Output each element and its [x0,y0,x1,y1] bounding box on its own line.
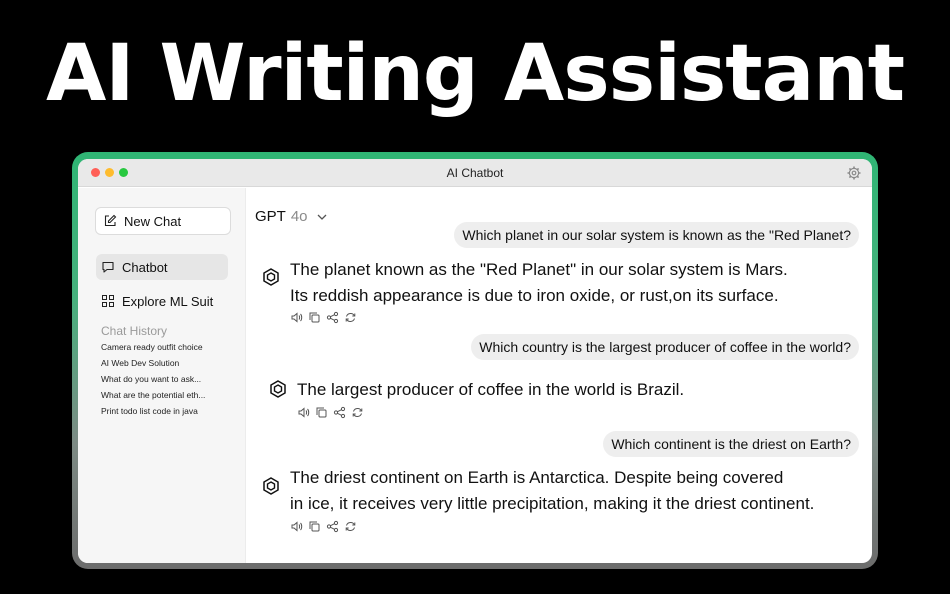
sidebar-item-label: Chatbot [122,259,168,275]
user-message: Which planet in our solar system is know… [454,222,859,248]
app-frame: AI Chatbot New Chat Chatbot Explore ML S… [72,152,878,569]
message-actions [290,520,357,533]
model-version: 4o [290,208,308,225]
sidebar-item-explore-ml-suit[interactable]: Explore ML Suit [96,288,228,314]
assistant-message-line: The planet known as the "Red Planet" in … [290,260,788,279]
assistant-message-line: The driest continent on Earth is Antarct… [290,468,784,487]
compose-icon [103,214,117,228]
speaker-icon[interactable] [290,520,303,533]
history-item[interactable]: AI Web Dev Solution [101,358,221,368]
chat-bubble-icon [101,260,115,274]
history-item[interactable]: What are the potential eth... [101,390,221,400]
new-chat-label: New Chat [124,213,182,229]
assistant-logo-icon [261,476,281,496]
copy-icon[interactable] [315,406,328,419]
assistant-logo-icon [268,379,288,399]
new-chat-button[interactable]: New Chat [95,207,231,235]
titlebar: AI Chatbot [78,159,872,187]
user-message: Which continent is the driest on Earth? [603,431,859,457]
regenerate-icon[interactable] [344,311,357,324]
chevron-down-icon [316,211,328,223]
assistant-message-line: Its reddish appearance is due to iron ox… [290,286,779,305]
assistant-message-line: in ice, it receives very little precipit… [290,494,815,513]
message-actions [297,406,364,419]
user-message: Which country is the largest producer of… [471,334,859,360]
speaker-icon[interactable] [290,311,303,324]
headline: AI Writing Assistant [45,29,905,119]
model-name: GPT [255,208,286,225]
copy-icon[interactable] [308,520,321,533]
sidebar-item-chatbot[interactable]: Chatbot [96,254,228,280]
regenerate-icon[interactable] [351,406,364,419]
chat-area: GPT 4o Which planet in our solar system … [246,188,872,563]
share-icon[interactable] [326,520,339,533]
settings-gear-icon[interactable] [846,165,862,181]
assistant-message-line: The largest producer of coffee in the wo… [297,380,685,399]
app-window: AI Chatbot New Chat Chatbot Explore ML S… [78,159,872,563]
message-actions [290,311,357,324]
sidebar-item-label: Explore ML Suit [122,293,214,309]
assistant-logo-icon [261,267,281,287]
history-item[interactable]: Camera ready outfit choice [101,342,221,352]
chat-history-title: Chat History [101,324,168,338]
speaker-icon[interactable] [297,406,310,419]
regenerate-icon[interactable] [344,520,357,533]
sidebar: New Chat Chatbot Explore ML Suit Chat Hi… [78,188,246,563]
copy-icon[interactable] [308,311,321,324]
window-title: AI Chatbot [446,166,504,180]
history-item[interactable]: What do you want to ask... [101,374,221,384]
share-icon[interactable] [333,406,346,419]
model-selector[interactable]: GPT 4o [255,208,328,225]
share-icon[interactable] [326,311,339,324]
history-item[interactable]: Print todo list code in java [101,406,221,416]
grid-icon [101,294,115,308]
